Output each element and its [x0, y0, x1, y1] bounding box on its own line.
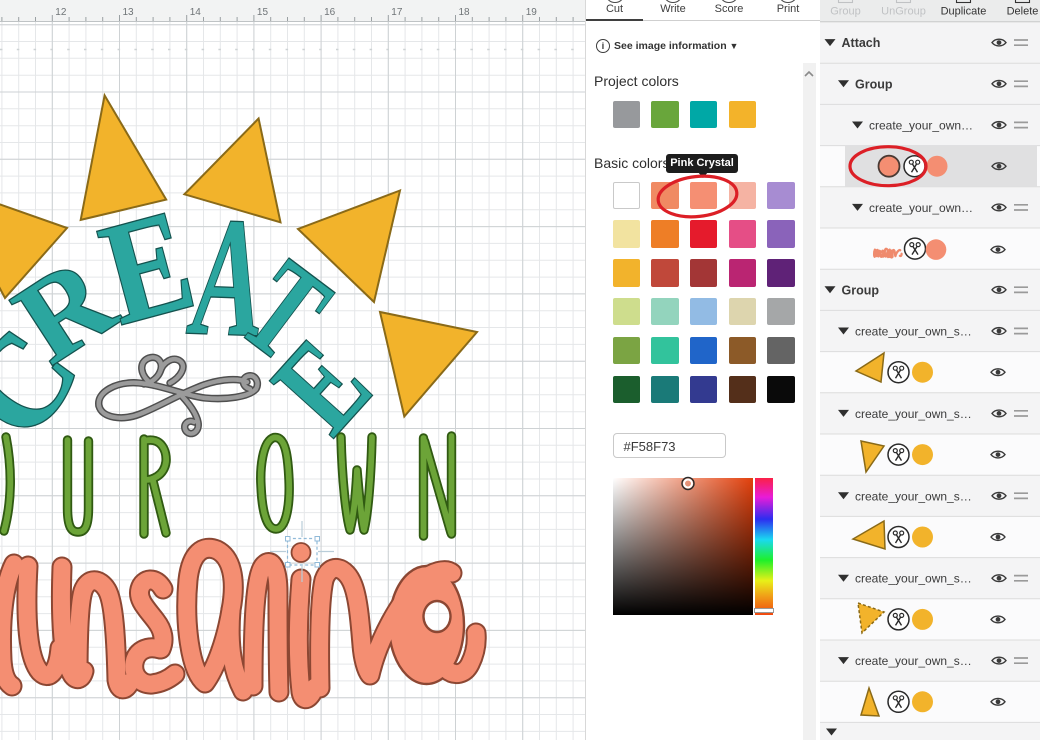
svg-text:15: 15 — [257, 7, 269, 18]
svg-text:create_your_own_s…: create_your_own_s… — [855, 572, 972, 586]
svg-text:Group: Group — [842, 283, 880, 297]
svg-text:UnGroup: UnGroup — [881, 6, 926, 18]
svg-text:create_your_own…: create_your_own… — [869, 119, 973, 133]
svg-text:17: 17 — [391, 7, 403, 18]
svg-text:create_your_own_s…: create_your_own_s… — [855, 325, 972, 339]
svg-text:18: 18 — [459, 7, 471, 18]
svg-text:16: 16 — [324, 7, 336, 18]
svg-text:Attach: Attach — [842, 36, 881, 50]
svg-text:create_your_own_s…: create_your_own_s… — [855, 407, 972, 421]
svg-text:Group: Group — [855, 77, 893, 91]
svg-text:create_your_own…: create_your_own… — [869, 201, 973, 215]
svg-text:14: 14 — [190, 7, 202, 18]
svg-text:Duplicate: Duplicate — [941, 6, 987, 18]
svg-text:19: 19 — [526, 7, 538, 18]
svg-text:Group: Group — [830, 6, 861, 18]
svg-text:12: 12 — [55, 7, 67, 18]
svg-text:13: 13 — [123, 7, 135, 18]
svg-text:create_your_own_s…: create_your_own_s… — [855, 489, 972, 503]
svg-text:Delete: Delete — [1007, 6, 1039, 18]
svg-text:create_your_own_s…: create_your_own_s… — [855, 654, 972, 668]
